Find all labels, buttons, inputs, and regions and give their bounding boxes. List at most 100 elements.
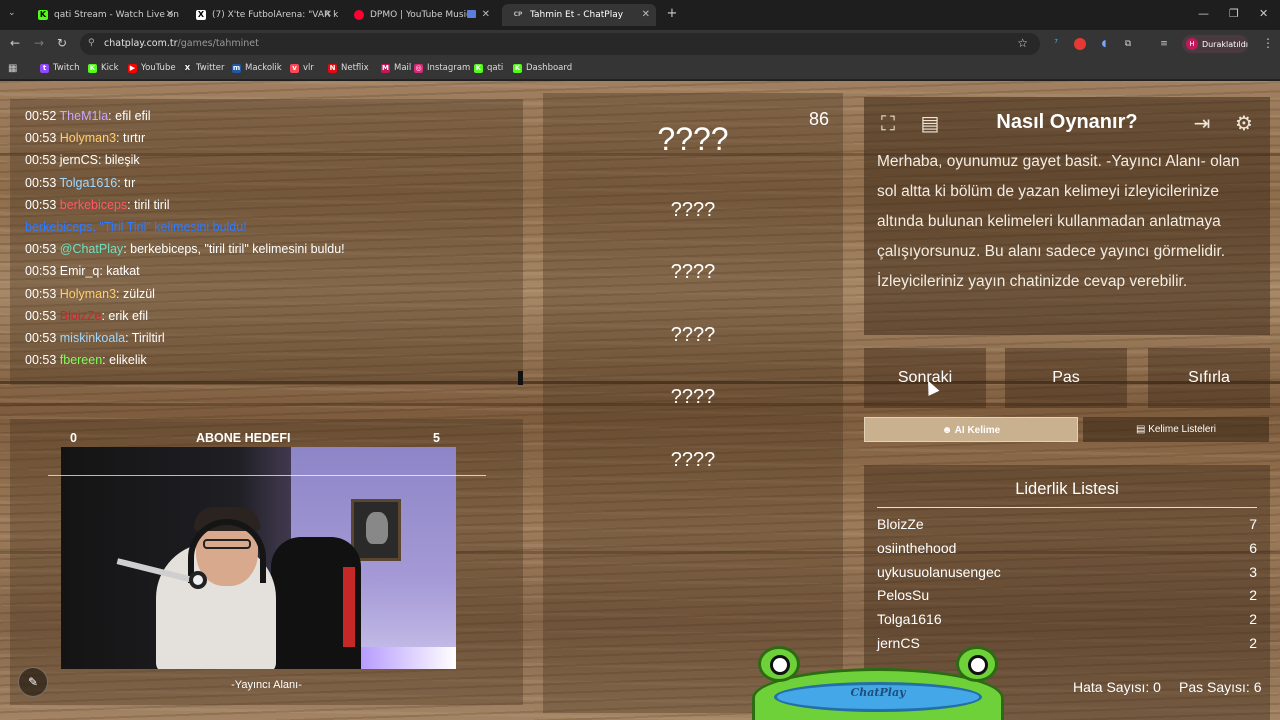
subscriber-goal: 0 ABONE HEDEFI 5 <box>60 426 495 448</box>
gear-icon[interactable]: ⚙ <box>1228 107 1260 139</box>
reset-button[interactable]: Sıfırla <box>1148 348 1270 408</box>
chat-time: 00:52 <box>25 109 57 123</box>
bookmark-label: Mail <box>394 63 412 73</box>
leaderboard-row: osiinthehood 6 <box>877 537 1257 561</box>
tab-media-icon[interactable]: ≡ <box>1158 38 1170 50</box>
bookmark-instagram[interactable]: ◎ Instagram <box>414 63 470 73</box>
reload-icon[interactable]: ↻ <box>57 36 67 50</box>
list-icon: ▤ <box>1135 424 1149 435</box>
site-info-icon[interactable]: ⚲ <box>88 38 95 48</box>
chat-message: 00:53 Tolga1616: tır <box>25 172 523 194</box>
player-name: PelosSu <box>877 587 930 604</box>
next-button[interactable]: Sonraki <box>864 348 986 408</box>
chat-username[interactable]: TheM1la <box>60 109 109 123</box>
chat-username[interactable]: BloizZe <box>60 309 102 323</box>
url-field[interactable]: ⚲ chatplay.com.tr/games/tahminet ☆ <box>80 33 1040 55</box>
chat-time: 00:53 <box>25 175 57 190</box>
youtube-icon: ▶ <box>128 63 137 73</box>
tab-tahmin-et[interactable]: CP Tahmin Et - ChatPlay ✕ <box>502 4 656 26</box>
chat-panel[interactable]: 00:52 TheM1la: efil efil 00:53 Holyman3: … <box>10 99 523 385</box>
chat-message: 00:53 berkebiceps: tiril tiril <box>25 194 523 216</box>
chat-username[interactable]: fbereen <box>60 353 102 367</box>
close-tab-icon[interactable]: ✕ <box>166 9 174 20</box>
logout-icon[interactable]: ⇥ <box>1186 107 1218 139</box>
record-extension-icon[interactable] <box>1074 38 1086 50</box>
chat-username[interactable]: Tolga1616 <box>60 176 118 190</box>
bookmark-kick[interactable]: K Kick <box>88 63 119 73</box>
bookmark-label: Dashboard <box>526 63 573 73</box>
forbidden-word: ???? <box>670 199 716 221</box>
bookmark-label: YouTube <box>141 63 176 73</box>
webcam-feed <box>61 447 456 669</box>
tab-youtube-music[interactable]: DPMO | YouTube Music ✕ <box>344 4 496 26</box>
close-window-icon[interactable]: ✕ <box>1259 7 1268 20</box>
restore-icon[interactable]: ❐ <box>1229 7 1239 20</box>
tab-x-futbolarena[interactable]: X (7) X'te FutbolArena: "VAR kayı ✕ <box>186 4 338 26</box>
chat-time: 00:53 <box>25 197 57 212</box>
audio-extension-icon[interactable]: ◖ <box>1098 38 1110 50</box>
minimize-icon[interactable]: — <box>1198 7 1209 20</box>
close-tab-icon[interactable]: ✕ <box>482 9 490 20</box>
bookmark-mackolik[interactable]: m Mackolik <box>232 63 282 73</box>
forbidden-word: ???? <box>670 449 716 471</box>
vlr-icon: v <box>290 63 299 73</box>
back-icon[interactable]: ← <box>10 36 20 50</box>
chat-message: 00:53 Holyman3: zülzül <box>25 283 523 305</box>
chat-username[interactable]: miskinkoala <box>60 331 125 345</box>
bookmark-star-icon[interactable]: ☆ <box>1017 36 1028 50</box>
browser-menu-icon[interactable]: ⋮ <box>1262 36 1274 50</box>
tab-title: (7) X'te FutbolArena: "VAR kayı <box>212 10 338 20</box>
chat-time: 00:53 <box>25 330 57 345</box>
instagram-icon: ◎ <box>414 63 423 73</box>
bookmark-label: Netflix <box>341 63 369 73</box>
chat-username[interactable]: berkebiceps <box>60 198 127 212</box>
pencil-icon[interactable]: ✎ <box>18 667 48 697</box>
forbidden-word: ???? <box>670 386 716 408</box>
extension-icon[interactable]: ⁷ <box>1050 38 1062 50</box>
chat-username[interactable]: @ChatPlay <box>60 242 123 256</box>
ai-word-button[interactable]: ☻ AI Kelime <box>864 417 1078 442</box>
streamer-area: 0 ABONE HEDEFI 5 -Yayıncı Alanı- <box>10 419 523 705</box>
pass-button[interactable]: Pas <box>1005 348 1127 408</box>
close-tab-icon[interactable]: ✕ <box>642 9 650 20</box>
main-word: ???? <box>657 121 729 157</box>
chat-username[interactable]: jernCS <box>60 153 98 167</box>
chat-scrollbar[interactable] <box>518 371 523 385</box>
bookmark-mail[interactable]: M Mail <box>381 63 411 73</box>
game-page: 00:52 TheM1la: efil efil 00:53 Holyman3: … <box>0 81 1280 720</box>
chat-username[interactable]: Emir_q <box>60 264 100 278</box>
new-tab-button[interactable]: + <box>664 6 680 22</box>
profile-button[interactable]: H Duraklatıldı <box>1182 35 1248 53</box>
chat-message: berkebiceps, "Tiril Tiril" kelimesini bu… <box>25 216 523 238</box>
leaderboard-title: Liderlik Listesi <box>1015 480 1119 498</box>
word-lists-button[interactable]: ▤ Kelime Listeleri <box>1083 417 1269 442</box>
chat-text: : tırtır <box>116 131 146 146</box>
bookmark-label: Twitter <box>196 63 225 73</box>
bookmark-qati[interactable]: Kqati <box>474 63 503 73</box>
leaderboard-row: BloizZe 7 <box>877 513 1257 537</box>
leaderboard-row: uykusuolanusengec 3 <box>877 561 1257 585</box>
bookmark-youtube[interactable]: ▶ YouTube <box>128 63 176 73</box>
chat-username[interactable]: berkebiceps, "Tiril Tiril" kelimesini bu… <box>25 220 247 234</box>
forward-icon[interactable]: → <box>34 36 44 50</box>
bookmark-netflix[interactable]: N Netflix <box>328 63 369 73</box>
chat-text: : elikelik <box>102 353 147 368</box>
bookmark-dashboard[interactable]: K Dashboard <box>513 63 572 73</box>
leaderboard-row: Tolga1616 2 <box>877 608 1257 632</box>
chat-text: : zülzül <box>116 286 155 301</box>
close-tab-icon[interactable]: ✕ <box>324 9 332 20</box>
chat-time: 00:53 <box>25 308 57 323</box>
robot-icon: ☻ <box>941 425 955 436</box>
chat-time: 00:53 <box>25 353 57 368</box>
tab-search-icon[interactable]: ⌄ <box>8 8 16 18</box>
bookmarks-bar: ▦ t Twitch K Kick ▶ YouTube X Twitter m Mackolik v… <box>0 58 1280 80</box>
extensions-puzzle-icon[interactable]: ⧉ <box>1122 38 1134 50</box>
tab-kick-stream[interactable]: K qati Stream - Watch Live on Kic ✕ <box>28 4 180 26</box>
bookmark-twitter[interactable]: X Twitter <box>183 63 225 73</box>
player-name: uykusuolanusengec <box>877 563 1001 580</box>
bookmark-twitch[interactable]: t Twitch <box>40 63 80 73</box>
chat-username[interactable]: Holyman3 <box>60 287 116 301</box>
bookmark-vlr[interactable]: v vlr <box>290 63 314 73</box>
apps-grid-icon[interactable]: ▦ <box>8 63 17 74</box>
chat-username[interactable]: Holyman3 <box>60 131 116 145</box>
